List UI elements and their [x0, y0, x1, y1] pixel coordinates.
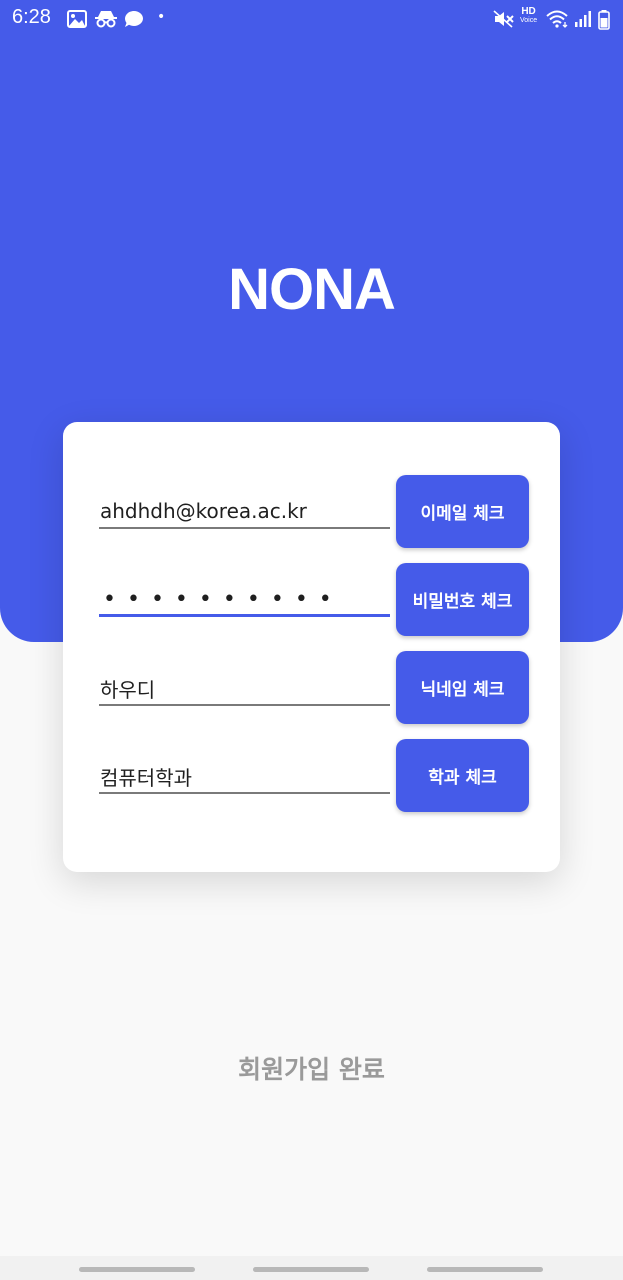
email-field-container	[99, 497, 390, 529]
password-field[interactable]: ••••••••••	[99, 585, 390, 617]
status-time: 6:28	[12, 6, 51, 28]
department-field-container	[99, 762, 390, 794]
gallery-icon	[67, 10, 87, 32]
department-check-button[interactable]: 학과 체크	[396, 739, 529, 812]
email-field[interactable]	[99, 497, 390, 527]
notification-dot-icon: •	[157, 9, 166, 25]
mute-icon	[493, 10, 515, 32]
signup-form-card: 이메일 체크 •••••••••• 비밀번호 체크 닉네임 체크 학과 체크	[63, 422, 560, 872]
nickname-check-button[interactable]: 닉네임 체크	[396, 651, 529, 724]
nickname-field[interactable]	[99, 674, 390, 704]
incognito-icon	[94, 10, 118, 32]
hd-voice-indicator: HD Voice	[520, 6, 538, 25]
password-check-button[interactable]: 비밀번호 체크	[396, 563, 529, 636]
email-check-button[interactable]: 이메일 체크	[396, 475, 529, 548]
nav-home-button[interactable]	[253, 1267, 369, 1272]
signup-complete-button[interactable]: 회원가입 완료	[160, 1040, 463, 1096]
nickname-field-container	[99, 674, 390, 706]
password-masked-value: ••••••••••	[103, 587, 343, 612]
department-field[interactable]	[99, 762, 390, 792]
battery-icon	[598, 10, 610, 34]
app-title: NONA	[228, 257, 396, 322]
signal-icon	[574, 10, 592, 32]
nav-back-button[interactable]	[427, 1267, 543, 1272]
chat-bubble-icon	[124, 10, 144, 32]
signup-screen: 6:28 • HDVoice NONA 이메일 체크 •	[0, 0, 623, 1280]
navigation-bar	[0, 1256, 623, 1280]
nav-recents-button[interactable]	[79, 1267, 195, 1272]
wifi-icon	[546, 10, 570, 32]
status-bar: 6:28 • HD Voice	[0, 0, 623, 38]
